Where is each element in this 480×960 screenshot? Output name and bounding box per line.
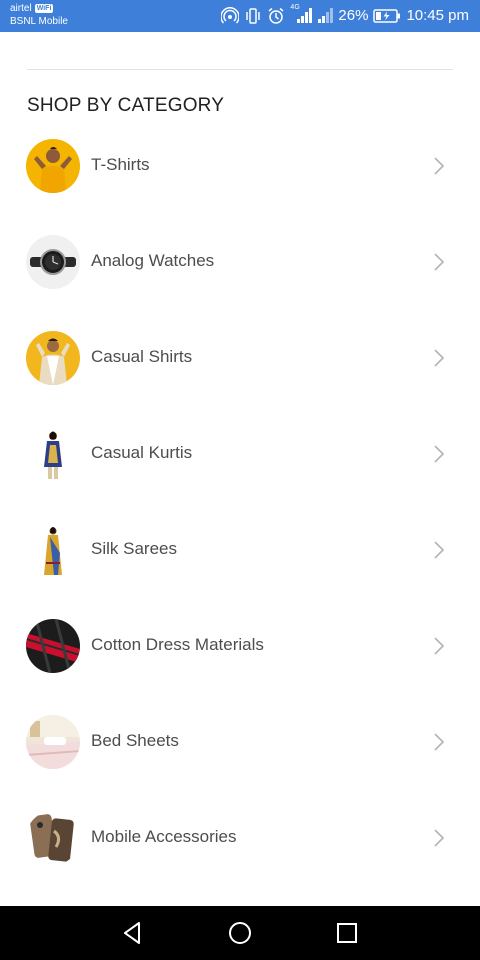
category-label: Analog Watches (91, 251, 215, 270)
category-row-silk-sarees[interactable]: Silk Sarees (0, 502, 480, 598)
chevron-right-icon (432, 635, 446, 657)
status-icons: 4G 26% 10:45 pm (221, 4, 469, 26)
network-type-label: 4G (290, 4, 300, 11)
clock: 10:45 pm (406, 7, 469, 24)
category-row-mobile-accessories[interactable]: Mobile Accessories (0, 790, 480, 886)
chevron-right-icon (432, 251, 446, 273)
home-icon[interactable] (226, 919, 254, 947)
chevron-right-icon (432, 155, 446, 177)
battery-percent: 26% (338, 7, 369, 24)
chevron-right-icon (432, 539, 446, 561)
chevron-right-icon (432, 347, 446, 369)
category-row-analog-watches[interactable]: Analog Watches (0, 214, 480, 310)
category-row-casual-shirts[interactable]: Casual Shirts (0, 310, 480, 406)
category-thumbnail (26, 427, 80, 481)
category-thumbnail (26, 715, 80, 769)
wifi-calling-badge: WiFi (34, 4, 54, 13)
hotspot-icon (221, 7, 240, 25)
category-label: Bed Sheets (91, 731, 179, 750)
category-row-t-shirts[interactable]: T-Shirts (0, 118, 480, 214)
chevron-right-icon (432, 731, 446, 753)
carrier-info: airtel WiFi BSNL Mobile (10, 2, 68, 28)
category-thumbnail (26, 811, 80, 865)
category-label: Mobile Accessories (91, 827, 237, 846)
signal-icon (317, 7, 334, 25)
category-thumbnail (26, 139, 80, 193)
page-content: SHOP BY CATEGORY T-Shirts Analog Watches… (0, 32, 480, 906)
signal-icon: 4G (290, 4, 313, 25)
system-nav-bar (0, 906, 480, 960)
category-thumbnail (26, 331, 80, 385)
category-label: Casual Kurtis (91, 443, 193, 462)
recents-icon[interactable] (333, 919, 361, 947)
category-thumbnail (26, 523, 80, 577)
carrier-primary: airtel (10, 3, 32, 14)
category-thumbnail (26, 235, 80, 289)
carrier-secondary: BSNL Mobile (10, 16, 68, 27)
category-label: Casual Shirts (91, 347, 193, 366)
category-row-casual-kurtis[interactable]: Casual Kurtis (0, 406, 480, 502)
divider (27, 69, 453, 70)
category-thumbnail (26, 619, 80, 673)
chevron-right-icon (432, 443, 446, 465)
battery-charging-icon (373, 9, 401, 23)
section-title: SHOP BY CATEGORY (27, 95, 225, 116)
category-label: Silk Sarees (91, 539, 177, 558)
vibrate-icon (244, 7, 262, 25)
chevron-right-icon (432, 827, 446, 849)
category-label: T-Shirts (91, 155, 150, 174)
back-icon[interactable] (119, 919, 147, 947)
alarm-icon (267, 7, 285, 25)
status-bar: airtel WiFi BSNL Mobile 4G 26% 10:45 pm (0, 0, 480, 32)
category-label: Cotton Dress Materials (91, 635, 264, 654)
category-row-cotton-dress-materials[interactable]: Cotton Dress Materials (0, 598, 480, 694)
category-row-bed-sheets[interactable]: Bed Sheets (0, 694, 480, 790)
category-list: T-Shirts Analog Watches Casual Shirts Ca… (0, 118, 480, 886)
